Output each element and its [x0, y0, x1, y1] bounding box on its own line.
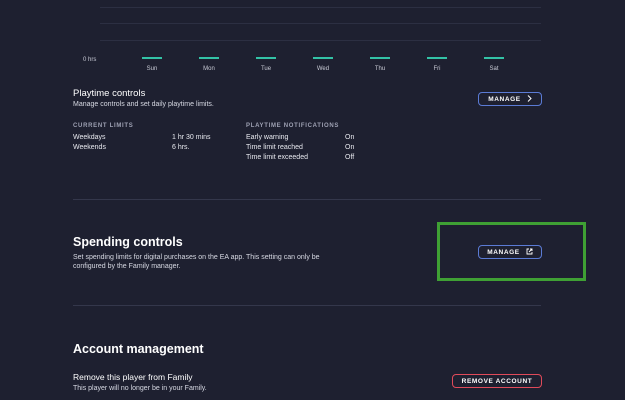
gridline [100, 7, 541, 8]
notification-label: Early warning [246, 134, 289, 141]
external-link-icon [526, 248, 533, 257]
chart-bar-fri [427, 57, 447, 59]
limit-label: Weekends [73, 144, 106, 151]
playtime-manage-button[interactable]: MANAGE [478, 92, 542, 106]
x-tick-label: Sat [489, 66, 499, 72]
x-tick-label: Tue [260, 66, 272, 72]
current-limits-header: CURRENT LIMITS [73, 123, 134, 129]
limit-value: 1 hr 30 mins [172, 134, 211, 141]
section-divider [73, 305, 541, 306]
notification-value: Off [345, 154, 355, 161]
chart-bar-mon [199, 57, 219, 59]
remove-account-button[interactable]: REMOVE ACCOUNT [452, 374, 542, 388]
limit-value: 6 hrs. [172, 144, 190, 151]
y-tick-label: 0 hrs [83, 57, 97, 63]
playtime-description: Manage controls and set daily playtime l… [73, 101, 214, 108]
notifications-header: PLAYTIME NOTIFICATIONS [246, 123, 340, 129]
remove-account-label: REMOVE ACCOUNT [461, 377, 533, 385]
notification-value: On [345, 134, 355, 141]
remove-player-title: Remove this player from Family [73, 372, 193, 382]
manage-label: MANAGE [487, 248, 520, 256]
chart-bar-tue [256, 57, 276, 59]
x-tick-label: Mon [203, 66, 215, 72]
x-tick-label: Fri [433, 66, 441, 72]
notification-value: On [345, 144, 355, 151]
playtime-title: Playtime controls [73, 88, 146, 99]
chart-bar-thu [370, 57, 390, 59]
chart-bar-sat [484, 57, 504, 59]
spending-description-line2: configured by the Family manager. [73, 263, 181, 270]
section-divider [73, 199, 541, 200]
chevron-right-icon [527, 94, 532, 104]
account-title: Account management [73, 342, 204, 356]
spending-title: Spending controls [73, 235, 183, 249]
x-tick-label: Sun [146, 66, 158, 72]
chart-bar-wed [313, 57, 333, 59]
gridline [100, 40, 541, 41]
x-tick-label: Wed [316, 66, 330, 72]
notification-label: Time limit reached [246, 144, 303, 151]
chart-bar-sun [142, 57, 162, 59]
manage-label: MANAGE [488, 95, 521, 103]
spending-manage-button[interactable]: MANAGE [478, 245, 542, 259]
limit-label: Weekdays [73, 134, 106, 141]
notification-label: Time limit exceeded [246, 154, 308, 161]
x-tick-label: Thu [374, 66, 386, 72]
remove-player-description: This player will no longer be in your Fa… [73, 385, 207, 392]
gridline [100, 23, 541, 24]
